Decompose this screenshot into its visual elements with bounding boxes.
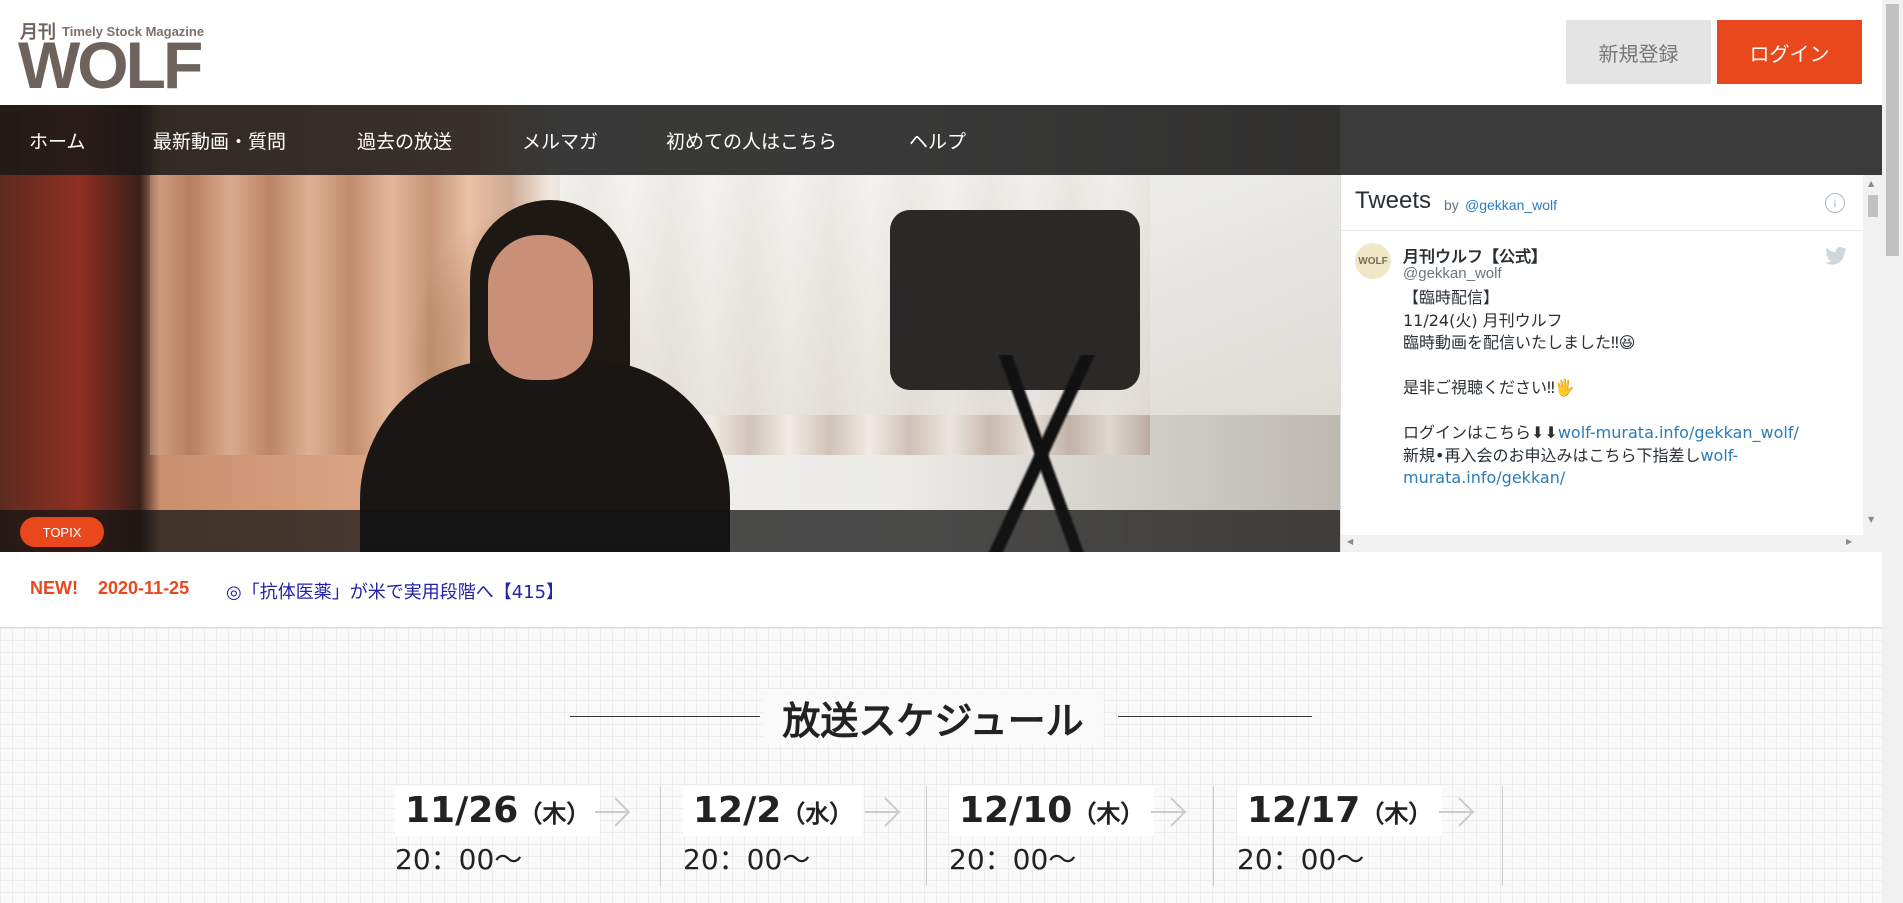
site-logo[interactable]: 月刊 Timely Stock Magazine WOLF	[18, 14, 220, 102]
scroll-left-icon[interactable]: ◀	[1347, 537, 1353, 546]
twitter-by-label: by	[1444, 197, 1459, 213]
tweet-signup-link-part1[interactable]: wolf-	[1700, 446, 1738, 465]
schedule-time: 20：00〜	[949, 843, 1077, 876]
tweet-line: 臨時動画を配信いたしました‼😆	[1403, 333, 1636, 352]
tweet-text: 【臨時配信】 11/24(火) 月刊ウルフ 臨時動画を配信いたしました‼😆 是非…	[1403, 287, 1843, 490]
schedule-time: 20：00〜	[683, 843, 811, 876]
schedule-weekday: （木）	[1360, 800, 1433, 828]
tweet-login-link[interactable]: wolf-murata.info/gekkan_wolf/	[1558, 423, 1799, 442]
schedule-divider	[660, 786, 661, 886]
main-nav: ホーム 最新動画・質問 過去の放送 メルマガ 初めての人はこちら ヘルプ	[0, 105, 1882, 175]
nav-item-help[interactable]: ヘルプ	[909, 105, 966, 175]
news-title-link[interactable]: ◎「抗体医薬」が米で実用段階へ【415】	[226, 578, 564, 604]
schedule-date-text: 12/10	[959, 790, 1073, 831]
twitter-timeline: Tweets by @gekkan_wolf i WOLF 月刊ウルフ【公式】 …	[1340, 175, 1882, 552]
arrow-right-icon	[1151, 797, 1187, 827]
register-button[interactable]: 新規登録	[1566, 20, 1711, 84]
arrow-right-icon	[595, 797, 631, 827]
tweet-line-login: ログインはこちら⬇⬇wolf-murata.info/gekkan_wolf/	[1403, 422, 1843, 445]
logo-wordmark: WOLF	[18, 28, 203, 102]
twitter-horizontal-scrollbar[interactable]: ◀ ▶	[1341, 535, 1882, 552]
schedule-weekday: （水）	[781, 800, 854, 828]
schedule-date-text: 12/2	[693, 790, 782, 831]
info-icon[interactable]: i	[1825, 193, 1845, 213]
tweet-line: 是非ご視聴ください‼🖐	[1403, 378, 1575, 397]
schedule-entry: 12/2（水） 20：00〜	[683, 786, 951, 886]
tweet-line-signup-text: 新規•再入会のお申込みはこちら下指差し	[1403, 445, 1701, 465]
scrollbar-thumb[interactable]	[1868, 195, 1878, 217]
nav-item-past-broadcasts[interactable]: 過去の放送	[357, 105, 452, 175]
topix-badge[interactable]: TOPIX	[20, 517, 104, 547]
nav-item-latest-videos[interactable]: 最新動画・質問	[153, 105, 286, 175]
twitter-bird-icon[interactable]	[1825, 247, 1847, 265]
news-new-label: NEW!	[30, 578, 78, 598]
schedule-entry: 12/17（木） 20：00〜	[1237, 786, 1505, 886]
schedule-date: 12/2（水）	[683, 786, 864, 836]
news-date: 2020-11-25	[98, 578, 190, 598]
news-bar: NEW! 2020-11-25 ◎「抗体医薬」が米で実用段階へ【415】	[0, 552, 1882, 628]
twitter-handle-link[interactable]: @gekkan_wolf	[1465, 197, 1557, 213]
tweet-author-username[interactable]: @gekkan_wolf	[1403, 265, 1502, 282]
schedule-date-text: 11/26	[405, 790, 519, 831]
schedule-title-line-left	[570, 716, 760, 717]
site-header: 月刊 Timely Stock Magazine WOLF 新規登録 ログイン	[0, 0, 1882, 105]
twitter-timeline-title: Tweets	[1355, 187, 1432, 214]
schedule-divider	[1213, 786, 1214, 886]
schedule-entry: 11/26（木） 20：00〜	[395, 786, 663, 886]
nav-item-first-time[interactable]: 初めての人はこちら	[666, 105, 837, 175]
schedule-entry: 12/10（木） 20：00〜	[949, 786, 1217, 886]
schedule-title-line-right	[1118, 716, 1312, 717]
arrow-right-icon	[865, 797, 901, 827]
hero-presenter-face	[488, 235, 593, 380]
tweet-line	[1403, 355, 1843, 378]
hero-bottom-bar	[0, 510, 1340, 552]
scroll-down-icon[interactable]: ▼	[1868, 515, 1874, 524]
tweet-author-name[interactable]: 月刊ウルフ【公式】	[1403, 243, 1547, 267]
nav-item-newsletter[interactable]: メルマガ	[522, 105, 598, 175]
page-scrollbar[interactable]	[1882, 0, 1903, 903]
tweet-line-signup-cont: murata.info/gekkan/	[1403, 467, 1843, 490]
avatar[interactable]: WOLF	[1355, 243, 1391, 279]
tweet-line-signup: 新規•再入会のお申込みはこちら下指差しwolf-	[1403, 445, 1843, 468]
schedule-weekday: （木）	[1072, 800, 1145, 828]
schedule-date: 12/10（木）	[949, 786, 1155, 836]
schedule-date: 12/17（木）	[1237, 786, 1443, 836]
tweet-line: 11/24(火) 月刊ウルフ	[1403, 310, 1563, 330]
login-button[interactable]: ログイン	[1717, 20, 1862, 84]
tweet-signup-link-part2[interactable]: murata.info/gekkan/	[1403, 468, 1565, 487]
arrow-right-icon	[1439, 797, 1475, 827]
nav-item-home[interactable]: ホーム	[29, 105, 85, 175]
schedule-divider	[1502, 786, 1503, 886]
schedule-date-text: 12/17	[1247, 790, 1361, 831]
twitter-vertical-scrollbar[interactable]: ▲ ▼	[1863, 175, 1882, 535]
schedule-date: 11/26（木）	[395, 786, 601, 836]
tweet-line-login-text: ログインはこちら⬇⬇	[1403, 423, 1558, 442]
twitter-timeline-header: Tweets by @gekkan_wolf i	[1341, 175, 1863, 231]
schedule-time: 20：00〜	[1237, 843, 1365, 876]
page-scrollbar-thumb[interactable]	[1886, 4, 1899, 256]
schedule-divider	[926, 786, 927, 886]
schedule-title: 放送スケジュール	[763, 690, 1103, 745]
schedule-time: 20：00〜	[395, 843, 523, 876]
tweet-line	[1403, 400, 1843, 423]
scroll-right-icon[interactable]: ▶	[1846, 537, 1852, 546]
scroll-up-icon[interactable]: ▲	[1868, 179, 1874, 188]
tweet-line: 【臨時配信】	[1403, 288, 1500, 307]
schedule-weekday: （木）	[518, 800, 591, 828]
